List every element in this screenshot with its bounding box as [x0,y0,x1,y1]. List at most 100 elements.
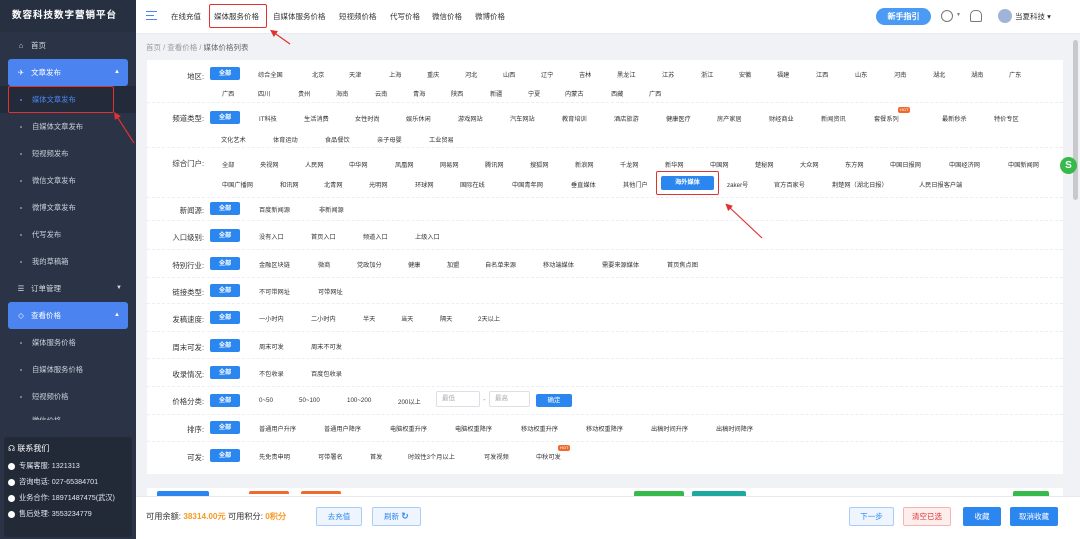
filter-option[interactable]: 半天 [363,314,375,323]
filter-option[interactable]: 中国新闻网 [1008,160,1039,169]
filter-option[interactable]: 体育运动 [273,135,298,144]
filter-option[interactable]: 全部 [210,284,240,297]
filter-option[interactable]: 出稿时间降序 [716,424,753,433]
filter-option[interactable]: 微商 [318,260,330,269]
filter-option[interactable]: 当天 [401,314,413,323]
next-step-button[interactable]: 下一步 [849,507,894,526]
topnav-wechat-price[interactable]: 微信价格 [432,0,462,34]
filter-option[interactable]: 官方百家号 [774,180,805,189]
filter-option[interactable]: 首发 [370,452,382,461]
filter-option[interactable]: 金融区块链 [259,260,290,269]
filter-option[interactable]: 环球网 [415,180,434,189]
filter-option[interactable]: 全部 [210,366,240,379]
filter-option[interactable]: 亲子母婴 [377,135,402,144]
filter-option[interactable]: 山西 [503,70,515,79]
filter-option[interactable]: 江苏 [662,70,674,79]
filter-option[interactable]: 非新闻源 [319,205,344,214]
sidebar-item-weibo-article[interactable]: 微博文章发布 [0,194,136,221]
topnav-self-media-price[interactable]: 自媒体服务价格 [273,0,326,34]
filter-option[interactable]: 汽车网站 [510,114,535,123]
filter-option[interactable]: 江西 [816,70,828,79]
filter-option[interactable]: 周末不可发 [311,342,342,351]
filter-option[interactable]: 可发视频 [484,452,509,461]
filter-option[interactable]: 百度包收录 [311,369,342,378]
filter-option[interactable]: 综合全国 [258,70,283,79]
filter-option[interactable]: 中国网 [710,160,729,169]
filter-option[interactable]: 全部 [210,229,240,242]
menu-toggle-icon[interactable] [146,11,157,20]
filter-option[interactable]: 广西 [649,89,661,98]
filter-option[interactable]: 大众网 [800,160,819,169]
filter-option[interactable]: 上级入口 [415,232,440,241]
filter-option[interactable]: 全部 [210,111,240,124]
sidebar-item-wechat-price[interactable]: 微信价格 [0,410,136,420]
filter-option[interactable]: 河北 [465,70,477,79]
filter-option[interactable]: 财经商业 [769,114,794,123]
filter-option[interactable]: 贵州 [298,89,310,98]
user-name[interactable]: 当夏科技 ▾ [1015,0,1051,33]
filter-option[interactable]: 移动端媒体 [543,260,574,269]
filter-option[interactable]: IT科技 [259,114,277,123]
filter-option[interactable]: 广西 [222,89,234,98]
filter-option[interactable]: 北青网 [324,180,343,189]
filter-option[interactable]: 千龙网 [620,160,639,169]
filter-option[interactable]: 垂直媒体 [571,180,596,189]
filter-option[interactable]: 湖南 [971,70,983,79]
filter-option[interactable]: 周末可发 [259,342,284,351]
filter-option[interactable]: 浙江 [701,70,713,79]
filter-option[interactable]: 新华网 [665,160,684,169]
filter-option[interactable]: 央视网 [260,160,279,169]
filter-option[interactable]: 全部 [210,67,240,80]
filter-option[interactable]: 电脑权重升序 [390,424,427,433]
filter-option[interactable]: 中华网 [349,160,368,169]
sidebar-item-video-price[interactable]: 短视频价格 [0,383,136,410]
filter-option[interactable]: 青海 [413,89,425,98]
filter-option[interactable]: 没有入口 [259,232,284,241]
filter-option[interactable]: 全部 [210,202,240,215]
filter-option[interactable]: 全部 [210,421,240,434]
filter-option[interactable]: 房产家居 [717,114,742,123]
filter-option[interactable]: 普通用户降序 [324,424,361,433]
filter-option[interactable]: 健康 [408,260,420,269]
refresh-button[interactable]: 刷新 ↻ [372,507,421,526]
filter-option[interactable]: 需要来源媒体 [602,260,639,269]
sidebar-item-self-media-price[interactable]: 自媒体服务价格 [0,356,136,383]
filter-option[interactable]: 隔天 [440,314,452,323]
filter-option[interactable]: 内蒙古 [565,89,584,98]
filter-option[interactable]: 网易网 [440,160,459,169]
filter-option[interactable]: 中国日报网 [890,160,921,169]
filter-option[interactable]: 加盟 [447,260,459,269]
chat-float-icon[interactable]: S [1060,157,1077,174]
scrollbar[interactable] [1073,40,1078,200]
filter-option[interactable]: 云南 [375,89,387,98]
filter-option[interactable]: 先免责申明 [259,452,290,461]
filter-option[interactable]: 陕西 [451,89,463,98]
filter-option[interactable]: 中国青年网 [512,180,543,189]
filter-option[interactable]: 人民网 [305,160,324,169]
filter-option[interactable]: 其他门户 [623,180,648,189]
sidebar-group-price[interactable]: ◇ 查看价格 ▲ [8,302,128,329]
unfavorite-button[interactable]: 取消收藏 [1010,507,1058,526]
filter-option[interactable]: 山东 [855,70,867,79]
filter-option[interactable]: 河南 [894,70,906,79]
filter-option[interactable]: 50~100 [299,397,320,404]
filter-option[interactable]: 新闻资讯 [821,114,846,123]
filter-option[interactable]: 200以上 [398,397,421,406]
filter-option[interactable]: 教育培训 [562,114,587,123]
filter-option[interactable]: 荆楚网（湖北日报） [832,180,888,189]
filter-option[interactable]: 全部 [222,160,234,169]
filter-option[interactable]: 全部 [210,339,240,352]
filter-option[interactable]: 凤凰网 [395,160,414,169]
filter-option[interactable]: 酒店旅游 [614,114,639,123]
filter-option[interactable]: 娱乐休闲 [406,114,431,123]
filter-option[interactable]: 人民日报客户端 [919,180,962,189]
filter-option[interactable]: 光明网 [369,180,388,189]
filter-option[interactable]: 全部 [210,311,240,324]
filter-option[interactable]: 搜狐网 [530,160,549,169]
filter-option[interactable]: 宁夏 [528,89,540,98]
filter-option[interactable]: 腾讯网 [485,160,504,169]
filter-option[interactable]: 特价专区 [994,114,1019,123]
breadcrumb-item[interactable]: 查看价格 [167,43,197,52]
filter-option[interactable]: 100~200 [347,397,371,404]
filter-option[interactable]: 一小时内 [259,314,284,323]
